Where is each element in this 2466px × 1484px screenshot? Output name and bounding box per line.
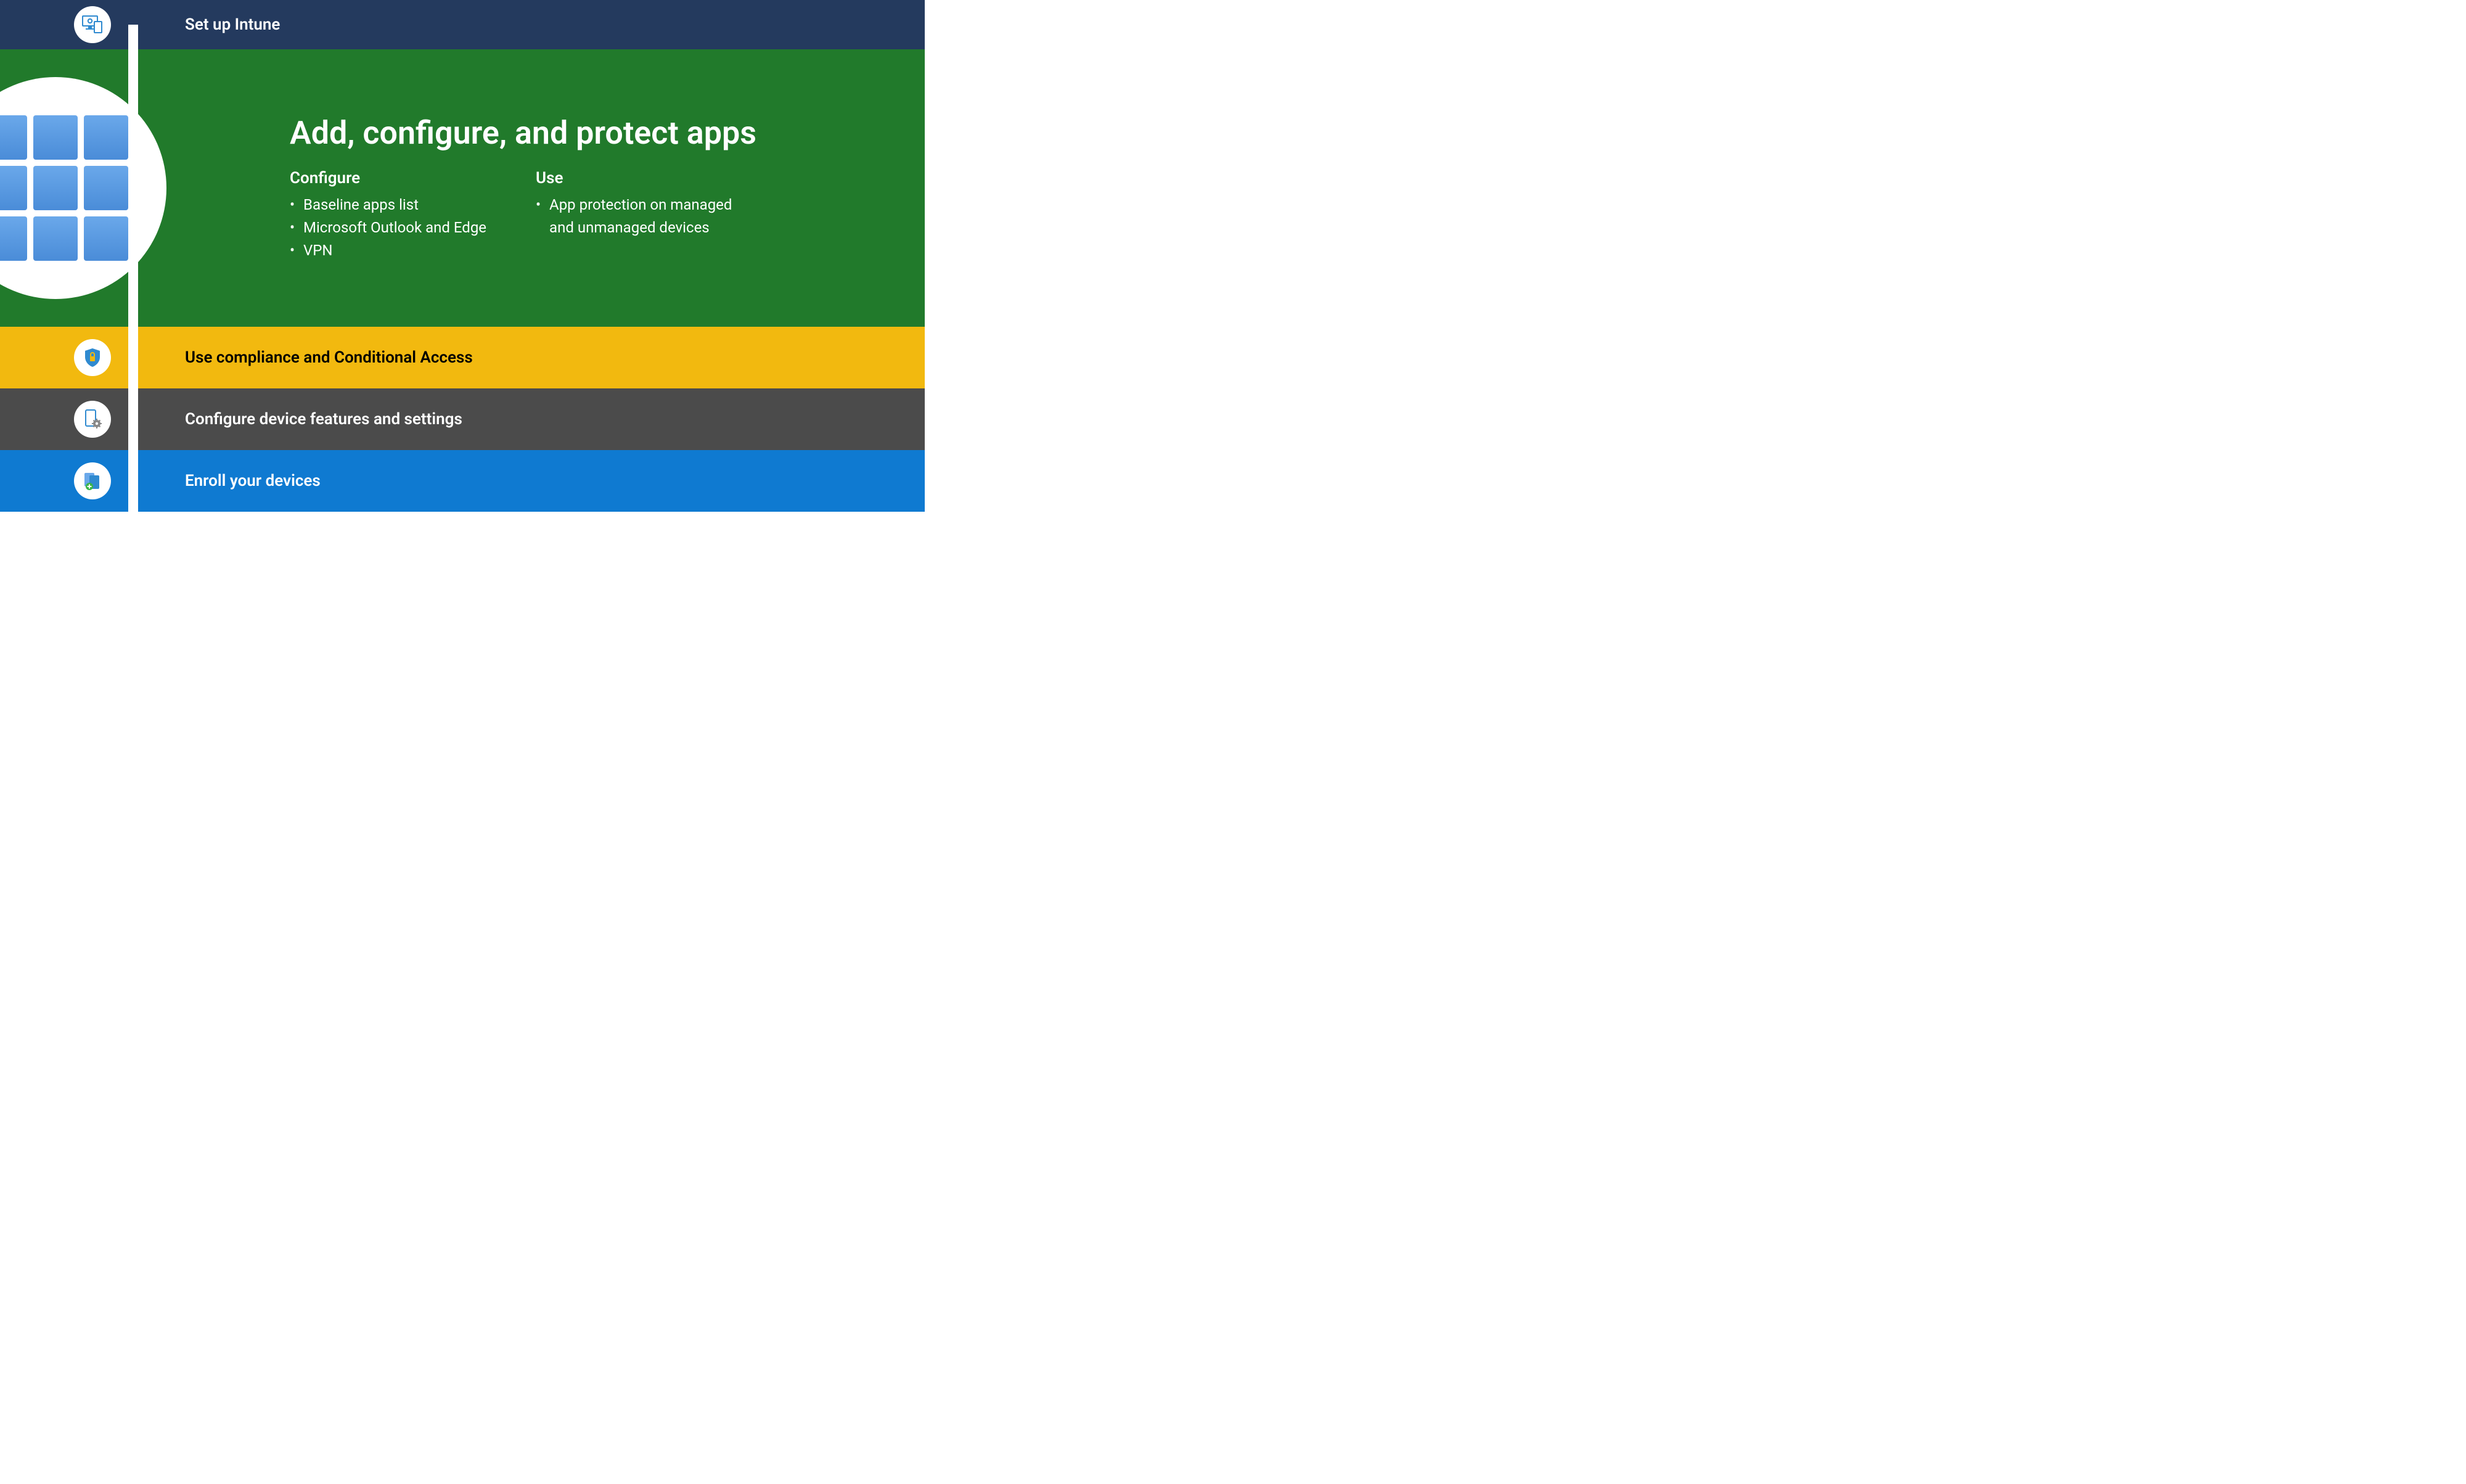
list-item: VPN (290, 239, 486, 262)
step-4-node (74, 401, 111, 438)
step-4-title: Configure device features and settings (185, 410, 900, 428)
use-column: Use App protection on managed and unmana… (536, 169, 758, 263)
step-4-band: Configure device features and settings (0, 388, 925, 450)
step-5-band: Enroll your devices (0, 450, 925, 512)
step-2-title: Add, configure, and protect apps (290, 114, 900, 152)
step-5-node (74, 462, 111, 499)
apps-grid-icon (0, 115, 128, 261)
step-3-band: Use compliance and Conditional Access (0, 327, 925, 388)
step-5-title: Enroll your devices (185, 472, 900, 490)
step-3-title: Use compliance and Conditional Access (185, 348, 900, 367)
configure-list: Baseline apps list Microsoft Outlook and… (290, 194, 486, 263)
step-3-node (74, 339, 111, 376)
shield-lock-icon (83, 347, 102, 368)
list-item: App protection on managed and unmanaged … (536, 194, 758, 239)
configure-heading: Configure (290, 169, 486, 187)
step-1-node (74, 6, 111, 43)
step-1-title: Set up Intune (185, 15, 900, 34)
device-add-icon (82, 470, 103, 491)
list-item: Baseline apps list (290, 194, 486, 216)
list-item: Microsoft Outlook and Edge (290, 216, 486, 239)
timeline-spine (128, 25, 138, 532)
step-2-node (0, 77, 166, 299)
monitor-icon (82, 15, 103, 34)
use-list: App protection on managed and unmanaged … (536, 194, 758, 239)
configure-column: Configure Baseline apps list Microsoft O… (290, 169, 486, 263)
device-gear-icon (82, 409, 103, 430)
use-heading: Use (536, 169, 758, 187)
step-2-columns: Configure Baseline apps list Microsoft O… (290, 169, 900, 263)
step-2-band: Add, configure, and protect apps Configu… (0, 49, 925, 327)
step-1-band: Set up Intune (0, 0, 925, 49)
